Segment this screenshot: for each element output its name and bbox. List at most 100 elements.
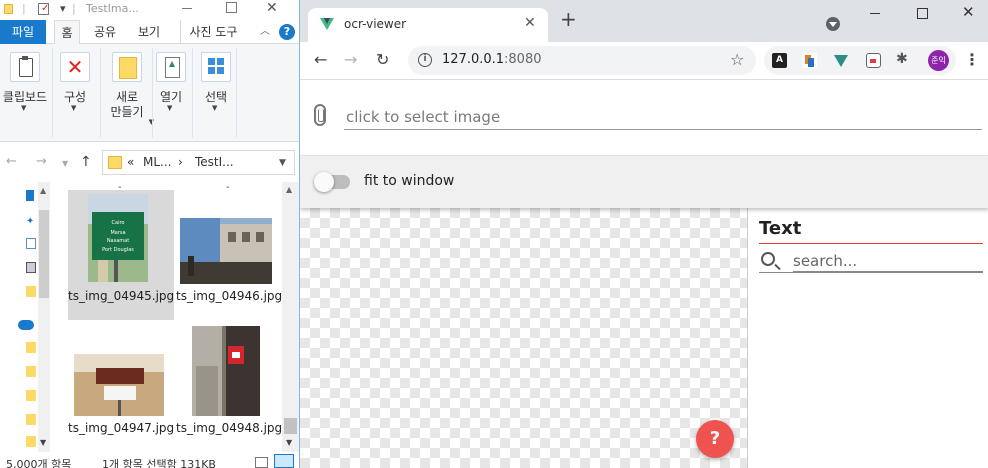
forward-arrow-icon[interactable]: → xyxy=(344,51,357,69)
close-button[interactable]: ✕ xyxy=(266,0,278,16)
breadcrumb-overflow[interactable]: « xyxy=(127,155,134,169)
chevron-down-icon: ▼ xyxy=(167,104,173,112)
history-dropdown-icon[interactable]: ▼ xyxy=(62,159,68,168)
minimize-button[interactable] xyxy=(179,2,195,16)
ribbon-label: 새로 만들기 xyxy=(110,90,144,119)
minimize-button[interactable] xyxy=(868,6,882,18)
ribbon-organize-button[interactable]: ✕ 구성 ▼ xyxy=(56,50,94,136)
quick-access-icon[interactable] xyxy=(26,190,34,201)
image-canvas[interactable] xyxy=(300,208,748,468)
ribbon-divider xyxy=(152,48,153,138)
file-item[interactable]: ts_img_04948.jpg xyxy=(176,324,283,452)
new-folder-icon xyxy=(112,52,142,82)
tab-view[interactable]: 보기 xyxy=(132,20,166,44)
sign-text: Cairo xyxy=(112,220,125,226)
tab-search-icon[interactable] xyxy=(826,17,840,31)
tab-home[interactable]: 홈 xyxy=(54,20,80,45)
thumbnails-view-icon[interactable] xyxy=(274,454,294,468)
details-view-icon[interactable] xyxy=(255,457,268,468)
toggle-knob xyxy=(314,172,334,192)
scroll-down-icon[interactable]: ▼ xyxy=(40,438,46,447)
ribbon-new-button[interactable]: 새로 만들기 ▼ xyxy=(106,50,154,136)
ribbon-label: 열기 xyxy=(159,90,183,104)
kebab-menu-icon[interactable]: ⋮ xyxy=(964,51,980,69)
quick-access-menu-icon[interactable]: ▾ xyxy=(60,2,66,15)
document-icon[interactable] xyxy=(26,238,36,249)
back-arrow-icon[interactable]: ← xyxy=(314,51,327,69)
ribbon: 클립보드 ▼ ✕ 구성 ▼ 새로 만들기 ▼ 열기 ▼ 선택 ▼ xyxy=(0,44,299,142)
maximize-button[interactable] xyxy=(917,8,928,19)
tab-file[interactable]: 파일 xyxy=(0,20,46,44)
search-input[interactable] xyxy=(793,250,983,272)
vue-devtools-icon[interactable] xyxy=(834,55,848,67)
explorer-titlebar: | ✓ ▾ | TestIma... ✕ xyxy=(0,0,299,20)
image-file-input[interactable] xyxy=(344,104,982,130)
scrollbar-thumb[interactable] xyxy=(284,418,297,434)
close-icon[interactable]: ✕ xyxy=(524,15,536,31)
url-port: :8080 xyxy=(504,52,542,67)
onedrive-icon[interactable] xyxy=(18,320,34,330)
pictures-icon[interactable] xyxy=(26,262,36,273)
close-button[interactable]: ✕ xyxy=(962,3,975,21)
file-item[interactable]: Cairo Marsa Nasamat Port Douglas ts_img_… xyxy=(68,190,174,320)
forward-arrow-icon[interactable]: → xyxy=(36,154,47,169)
pin-icon[interactable]: ✦ xyxy=(26,216,36,227)
ribbon-open-button[interactable]: 열기 ▼ xyxy=(154,50,188,136)
scrollbar-thumb[interactable] xyxy=(39,210,49,298)
file-item[interactable]: ts_img_04946.jpg xyxy=(176,190,283,320)
paperclip-icon[interactable] xyxy=(314,104,326,126)
ribbon-clipboard-button[interactable]: 클립보드 ▼ xyxy=(0,50,50,136)
scroll-up-icon[interactable]: ▲ xyxy=(286,185,292,194)
extension-icon[interactable] xyxy=(866,53,881,68)
fit-to-window-toggle[interactable] xyxy=(314,172,350,192)
file-item[interactable]: ts_img_04947.jpg xyxy=(68,324,174,452)
address-bar[interactable]: « ML... › TestI... ▼ xyxy=(102,150,295,175)
info-icon[interactable]: i xyxy=(418,53,432,67)
file-name: ts_img_04948.jpg xyxy=(176,421,283,435)
bookmark-star-icon[interactable]: ☆ xyxy=(730,50,744,69)
delete-icon: ✕ xyxy=(60,52,90,82)
folder-icon[interactable] xyxy=(26,366,36,377)
help-icon[interactable]: ? xyxy=(279,24,295,40)
folder-icon[interactable] xyxy=(26,414,36,425)
chevron-down-icon: ▼ xyxy=(212,104,218,112)
extension-icon[interactable] xyxy=(802,53,817,68)
chevron-up-icon[interactable]: ︿ xyxy=(258,20,272,44)
breadcrumb-item[interactable]: ML... xyxy=(143,155,171,169)
item-count: 5,000개 항목 xyxy=(6,458,72,468)
help-button[interactable]: ? xyxy=(696,420,734,458)
file-list: - - Cairo Marsa Nasamat Port Douglas ts_… xyxy=(50,182,283,452)
tab-share[interactable]: 공유 xyxy=(88,20,122,44)
maximize-button[interactable] xyxy=(224,0,238,14)
reload-icon[interactable]: ↻ xyxy=(376,51,389,69)
breadcrumb-item[interactable]: TestI... xyxy=(195,155,234,169)
browser-tab[interactable]: ocr-viewer ✕ xyxy=(308,8,548,42)
url-text[interactable]: 127.0.0.1:8080 xyxy=(442,52,542,67)
open-icon xyxy=(156,52,186,82)
navigation-pane-scrollbar[interactable]: ▲ ▼ xyxy=(38,182,50,452)
new-tab-button[interactable]: + xyxy=(560,9,577,29)
folder-icon[interactable] xyxy=(26,342,36,353)
tab-photo-tools[interactable]: 사진 도구 xyxy=(180,20,246,44)
scroll-down-icon[interactable]: ▼ xyxy=(286,438,292,447)
chevron-down-icon[interactable]: ▼ xyxy=(279,158,286,168)
desert-sign-image xyxy=(74,354,164,416)
file-list-scrollbar[interactable]: ▲ ▼ xyxy=(282,182,299,452)
profile-avatar[interactable]: 준익 xyxy=(928,50,949,71)
up-arrow-icon[interactable]: ↑ xyxy=(80,154,92,170)
file-explorer-window: | ✓ ▾ | TestIma... ✕ 파일 홈 공유 보기 사진 도구 ︿ … xyxy=(0,0,299,468)
puzzle-extensions-icon[interactable]: ✱ xyxy=(896,51,911,67)
ribbon-select-button[interactable]: 선택 ▼ xyxy=(196,50,236,136)
file-name: ts_img_04946.jpg xyxy=(176,289,283,303)
back-arrow-icon[interactable]: ← xyxy=(6,154,17,169)
extension-icon[interactable]: A xyxy=(772,53,787,68)
scroll-up-icon[interactable]: ▲ xyxy=(40,186,46,195)
address-bar[interactable]: i 127.0.0.1:8080 ☆ xyxy=(408,46,756,75)
search-icon xyxy=(761,252,775,266)
folder-icon[interactable] xyxy=(26,436,36,447)
chevron-right-icon[interactable]: › xyxy=(178,155,183,169)
divider-icon: | xyxy=(22,2,26,15)
thumbnail-image xyxy=(180,218,272,284)
folder-icon[interactable] xyxy=(26,286,36,297)
folder-icon[interactable] xyxy=(26,390,36,401)
